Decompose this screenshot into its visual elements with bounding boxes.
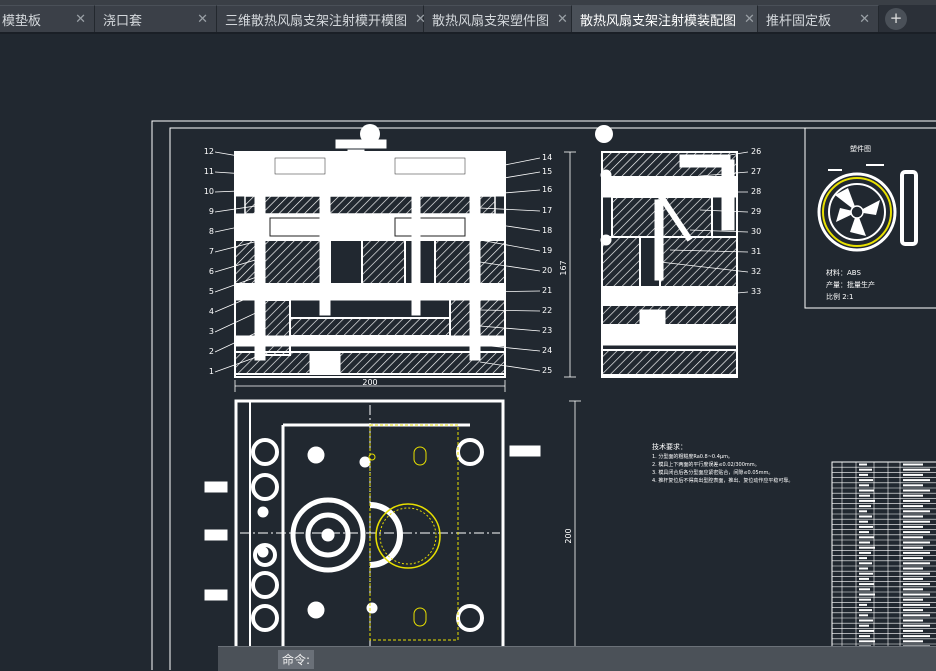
callout-label: 4 [209, 307, 214, 316]
tab-label: 浇口套 [103, 13, 143, 29]
callout-label: 9 [209, 207, 214, 216]
plan-view [204, 399, 541, 670]
new-tab-plus-icon[interactable]: + [885, 8, 907, 30]
tab-mold-pad[interactable]: 模垫板 ✕ [0, 5, 95, 32]
tech-line: 2. 模具上下两面的平行度误差≤0.02/300mm。 [652, 461, 760, 468]
tech-line: 4. 推杆复位后不得高出型腔表面，推出、复位动作应平稳可靠。 [652, 477, 793, 484]
command-prompt: 命令: [278, 650, 315, 669]
view-label-bubble [595, 125, 613, 143]
callout-label: 20 [542, 266, 552, 275]
part-drawing-title: 塑件图 [850, 144, 871, 153]
callout-label: 22 [542, 306, 552, 315]
callout-label: 3 [209, 327, 214, 336]
close-icon[interactable]: ✕ [197, 12, 208, 27]
tab-label: 三维散热风扇支架注射模开模图 [225, 13, 408, 29]
callout-label: 10 [204, 187, 214, 196]
tab-label: 模垫板 [2, 13, 42, 29]
close-icon[interactable]: ✕ [75, 12, 86, 27]
tech-line: 1. 分型面的粗糙度Ra0.8~0.4μm。 [652, 453, 733, 460]
callout-label: 6 [209, 267, 214, 276]
dimension-height: 167 [559, 260, 568, 275]
callout-label: 24 [542, 346, 552, 355]
side-section-view [600, 151, 738, 378]
tech-title: 技术要求： [652, 442, 687, 451]
close-icon[interactable]: ✕ [859, 12, 870, 27]
part-notes: 材料：ABS 产量：批量生产 比例 2:1 [826, 268, 875, 301]
callout-label: 14 [542, 153, 552, 162]
callout-label: 25 [542, 366, 552, 375]
tab-assembly-drawing[interactable]: 散热风扇支架注射模装配图 ✕ [572, 5, 758, 32]
callout-label: 8 [209, 227, 214, 236]
callout-label: 15 [542, 167, 552, 176]
callout-label: 21 [542, 286, 552, 295]
callout-label: 29 [751, 207, 761, 216]
middle-callout-labels: 14 15 16 17 18 19 20 21 22 23 24 25 [542, 153, 552, 375]
callout-label: 19 [542, 246, 552, 255]
command-line[interactable]: 命令: [218, 646, 936, 671]
callout-label: 2 [209, 347, 214, 356]
callout-label: 1 [209, 367, 214, 376]
tab-3d-open-mold[interactable]: 三维散热风扇支架注射模开模图 ✕ [217, 5, 426, 32]
file-tab-bar: 模垫板 ✕ 浇口套 ✕ 三维散热风扇支架注射模开模图 ✕ 散热风扇支架塑件图 ✕… [0, 5, 936, 34]
callout-label: 30 [751, 227, 761, 236]
dimension-width: 200 [362, 378, 377, 387]
material-note: 材料：ABS [826, 268, 861, 277]
callout-label: 33 [751, 287, 761, 296]
right-callout-labels: 26 27 28 29 30 31 32 33 [751, 147, 761, 296]
dimension-plan-height: 200 [564, 528, 573, 543]
drawing-canvas[interactable]: 12 11 10 9 8 7 6 5 4 3 2 1 14 15 16 17 1… [0, 34, 936, 670]
callout-label: 5 [209, 287, 214, 296]
callout-label: 32 [751, 267, 761, 276]
technical-requirements: 技术要求： 1. 分型面的粗糙度Ra0.8~0.4μm。 2. 模具上下两面的平… [652, 442, 793, 484]
close-icon[interactable]: ✕ [557, 12, 568, 27]
tab-part-drawing[interactable]: 散热风扇支架塑件图 ✕ [424, 5, 572, 32]
callout-label: 27 [751, 167, 761, 176]
callout-label: 17 [542, 206, 552, 215]
scale-note: 比例 2:1 [826, 292, 854, 301]
callout-label: 31 [751, 247, 761, 256]
tab-label: 散热风扇支架塑件图 [432, 13, 550, 29]
callout-label: 26 [751, 147, 761, 156]
tech-line: 3. 模具闭合后各分型面应紧密贴合，间隙≤0.05mm。 [652, 469, 773, 476]
close-icon[interactable]: ✕ [744, 12, 755, 27]
production-note: 产量：批量生产 [826, 280, 875, 289]
callout-label: 11 [204, 167, 214, 176]
tab-label: 散热风扇支架注射模装配图 [580, 13, 737, 29]
tab-label: 推杆固定板 [766, 13, 832, 29]
part-drawing-fan [817, 164, 918, 252]
callout-label: 16 [542, 185, 552, 194]
callout-label: 12 [204, 147, 214, 156]
left-callout-labels: 12 11 10 9 8 7 6 5 4 3 2 1 [204, 147, 214, 376]
callout-label: 7 [209, 247, 214, 256]
callout-label: 18 [542, 226, 552, 235]
callout-label: 28 [751, 187, 761, 196]
view-label-bubble [360, 124, 380, 144]
bom-table [831, 461, 936, 661]
main-section-view [234, 139, 506, 378]
tab-ejector-plate[interactable]: 推杆固定板 ✕ [758, 5, 879, 32]
tab-sprue-bushing[interactable]: 浇口套 ✕ [95, 5, 217, 32]
callout-label: 23 [542, 326, 552, 335]
